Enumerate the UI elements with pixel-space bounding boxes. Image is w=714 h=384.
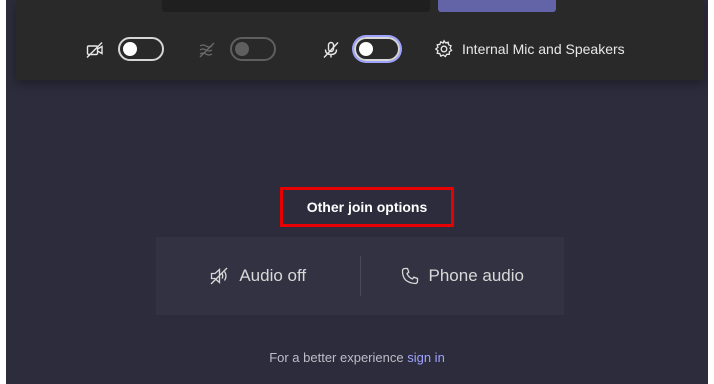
device-label: Internal Mic and Speakers <box>462 41 625 57</box>
sign-in-prompt: For a better experience sign in <box>6 350 708 365</box>
device-settings-button[interactable]: Internal Mic and Speakers <box>434 38 625 60</box>
audio-off-label: Audio off <box>239 266 307 285</box>
phone-audio-label: Phone audio <box>428 266 524 285</box>
sign-in-prompt-text: For a better experience <box>269 350 404 365</box>
background-blur-icon <box>198 41 216 59</box>
gear-icon <box>434 39 454 59</box>
other-join-options-title: Other join options <box>280 187 454 227</box>
device-settings-panel: Internal Mic and Speakers <box>16 0 704 80</box>
background-effects-toggle[interactable] <box>230 37 276 61</box>
sign-in-link[interactable]: sign in <box>407 350 445 365</box>
camera-toggle[interactable] <box>118 37 164 61</box>
join-options-group: Audio off Phone audio <box>156 237 564 315</box>
name-input[interactable] <box>162 0 430 12</box>
phone-audio-button[interactable]: Phone audio <box>361 237 565 315</box>
speaker-off-icon <box>210 267 228 285</box>
phone-icon <box>401 267 418 285</box>
audio-off-button[interactable]: Audio off <box>156 237 360 315</box>
pre-join-screen: Internal Mic and Speakers Other join opt… <box>6 0 708 384</box>
mic-off-icon <box>322 41 340 59</box>
camera-toggle-knob <box>123 42 137 56</box>
microphone-toggle-knob <box>359 42 373 56</box>
background-effects-toggle-knob <box>235 42 249 56</box>
video-off-icon <box>86 41 104 59</box>
join-now-button[interactable] <box>438 0 556 12</box>
microphone-toggle[interactable] <box>354 37 400 61</box>
